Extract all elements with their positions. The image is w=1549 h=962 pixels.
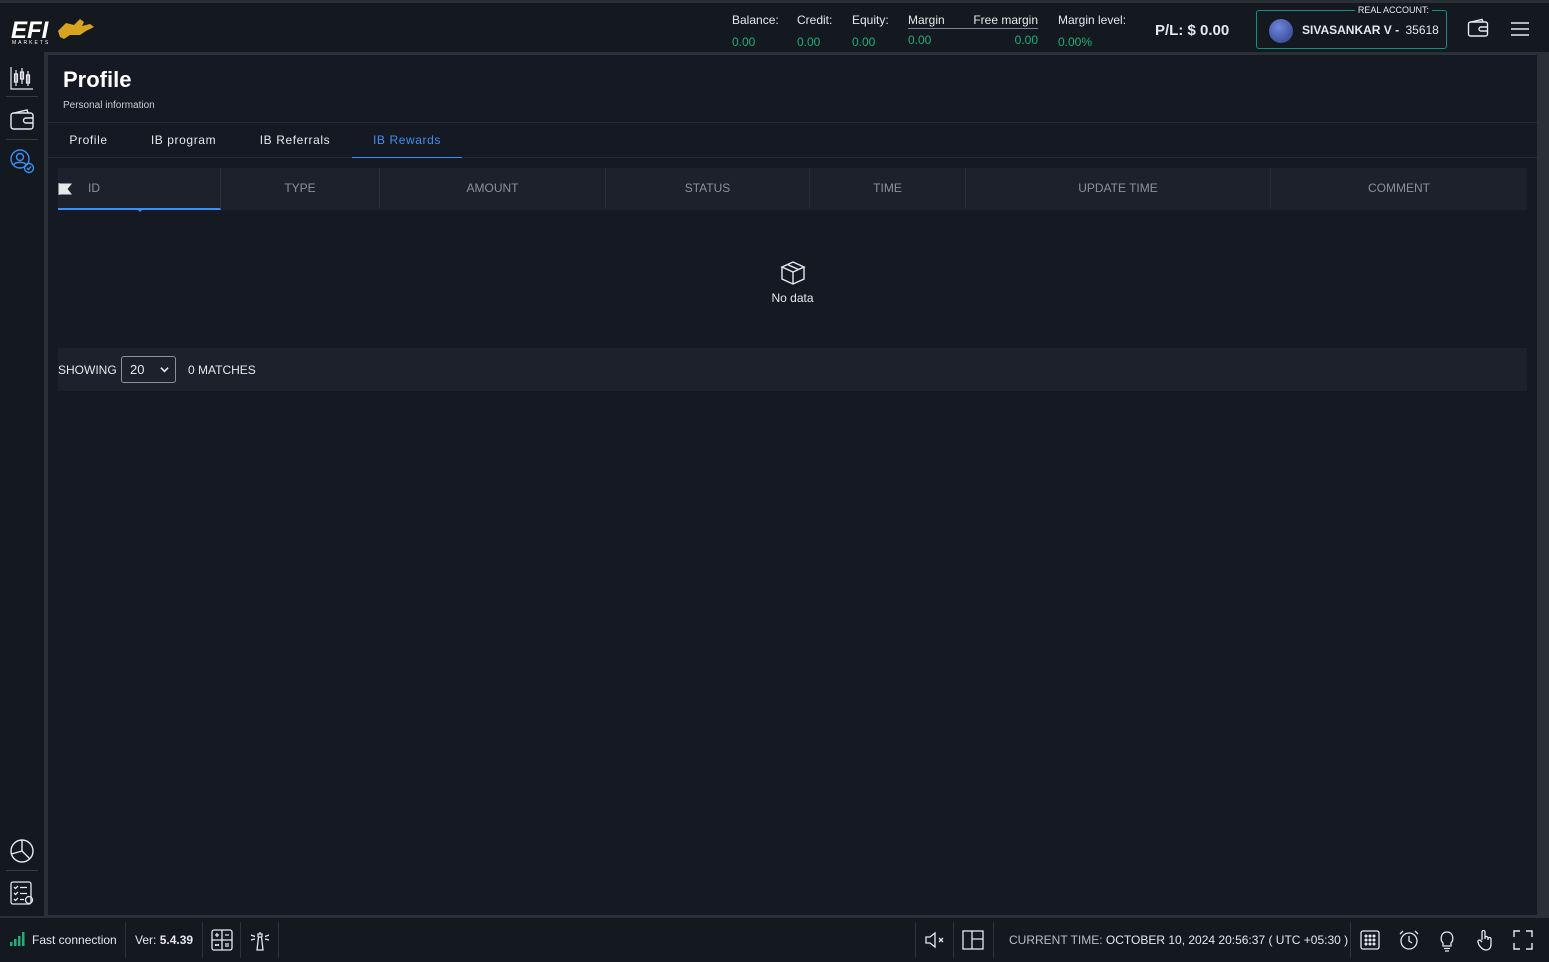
main-panel: Profile Personal information Profile IB … [48,55,1537,915]
status-divider [993,922,994,958]
tab-ib-program[interactable]: IB program [141,123,226,158]
margin-value: 0.00 [908,33,932,47]
alarm-icon[interactable] [1397,928,1421,952]
empty-box-icon [779,261,806,285]
empty-text: No data [771,291,814,305]
tab-ib-referrals[interactable]: IB Referrals [248,123,342,158]
column-id[interactable]: ID [58,168,221,212]
status-bar: Fast connection Ver: 5.4.39 CURRENT TIME… [0,918,1549,962]
margin-divider [908,28,1038,29]
account-holder: SIVASANKAR V - [1302,23,1400,37]
tab-bar: Profile IB program IB Referrals IB Rewar… [48,122,1537,158]
left-sidebar [0,52,44,916]
equity-metric: Equity: 0.00 [852,13,889,49]
page-subtitle: Personal information [63,100,155,111]
tab-ib-rewards[interactable]: IB Rewards [352,123,462,158]
version-label: Ver: [135,933,157,947]
hand-pointer-icon[interactable] [1473,928,1497,952]
current-time-value: OCTOBER 10, 2024 20:56:37 ( UTC +05:30 ) [1105,933,1349,947]
lightbulb-icon[interactable] [1435,928,1459,952]
sidebar-divider [6,96,38,97]
column-update-time[interactable]: UPDATE TIME [966,168,1271,208]
mute-icon[interactable] [923,928,947,952]
column-status[interactable]: STATUS [606,168,810,208]
pl-value: $ 0.00 [1187,22,1230,39]
status-divider [915,922,916,958]
status-divider [953,922,954,958]
calendar-grid-icon[interactable] [1358,928,1382,952]
matches-count: 0 MATCHES [188,363,256,377]
account-number: 35618 [1405,23,1439,37]
equity-value: 0.00 [852,35,876,49]
layout-icon[interactable] [961,928,985,952]
wallet-icon[interactable] [1466,17,1490,41]
version-info: Ver: 5.4.39 [135,918,193,962]
fullscreen-icon[interactable] [1511,928,1535,952]
tab-profile[interactable]: Profile [58,123,119,158]
column-id-label: ID [88,181,100,195]
sort-caret-icon [136,208,144,212]
status-divider [240,922,241,958]
calculator-icon[interactable] [210,928,234,952]
column-time[interactable]: TIME [810,168,966,208]
margin-label: Margin [908,13,945,27]
account-type-label: REAL ACCOUNT: [1354,5,1432,15]
connection-status: Fast connection [32,933,117,947]
credit-label: Credit: [797,13,833,27]
page-size-select[interactable]: 20 [121,356,176,383]
chevron-down-icon [160,367,169,373]
column-type[interactable]: TYPE [221,168,380,208]
table-header: ID TYPE AMOUNT STATUS TIME UPDATE TIME C… [58,168,1527,212]
status-divider [125,922,126,958]
empty-state: No data [48,260,1537,305]
account-selector[interactable]: REAL ACCOUNT: SIVASANKAR V - 35618 [1256,5,1447,49]
status-divider [1350,922,1351,958]
margin-level-value: 0.00% [1058,35,1093,49]
column-comment[interactable]: COMMENT [1271,168,1527,208]
lighthouse-icon[interactable] [248,928,272,952]
pagination-bar: SHOWING 20 0 MATCHES [58,348,1527,391]
balance-metric: Balance: 0.00 [732,13,779,49]
svg-text:MARKETS: MARKETS [12,40,50,45]
checklist-icon[interactable] [8,879,36,907]
profile-users-icon[interactable] [8,147,36,175]
wallet-icon[interactable] [8,106,36,134]
account-name: SIVASANKAR V - 35618 [1302,23,1439,37]
pie-chart-icon[interactable] [8,837,36,865]
signal-icon [10,932,25,946]
balance-label: Balance: [732,13,779,27]
credit-metric: Credit: 0.00 [797,13,832,49]
menu-icon[interactable] [1508,17,1532,41]
profit-loss: P/L: $ 0.00 [1155,22,1229,39]
column-amount[interactable]: AMOUNT [380,168,606,208]
margin-level-metric: Margin level: 0.00% [1058,13,1126,49]
credit-value: 0.00 [797,35,821,49]
chart-icon[interactable] [8,64,36,92]
current-time: CURRENT TIME: OCTOBER 10, 2024 20:56:37 … [1009,918,1348,962]
version-number: 5.4.39 [159,933,194,947]
free-margin-label: Free margin [973,13,1038,27]
flag-icon [58,183,72,195]
page-title: Profile [63,67,132,92]
avatar [1269,19,1293,43]
showing-label: SHOWING [58,363,117,377]
page-size-value: 20 [130,362,145,377]
sidebar-divider [6,139,38,140]
pl-label: P/L: [1155,22,1184,39]
status-divider [202,922,203,958]
sidebar-divider [6,870,38,871]
free-margin-value: 0.00 [1014,33,1038,47]
balance-value: 0.00 [732,35,756,49]
equity-label: Equity: [852,13,889,27]
efi-logo[interactable]: EFI MARKETS [10,13,96,45]
current-time-label: CURRENT TIME: [1009,933,1103,947]
status-divider [278,922,279,958]
margin-level-label: Margin level: [1058,13,1127,27]
top-bar: EFI MARKETS Balance: 0.00 Credit: 0.00 E… [0,0,1549,52]
